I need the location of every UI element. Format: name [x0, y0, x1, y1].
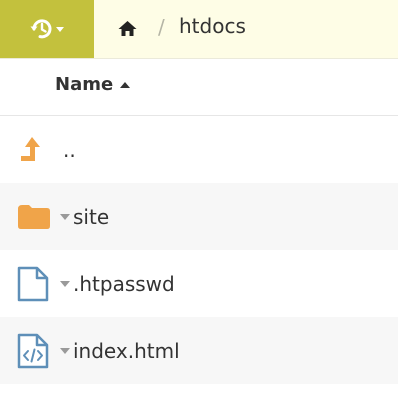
home-icon[interactable]: [118, 20, 137, 37]
history-dropdown-button[interactable]: [0, 0, 94, 58]
file-row-parent[interactable]: ..: [0, 116, 398, 183]
file-name: site: [73, 204, 110, 229]
item-options-caret-icon[interactable]: [60, 281, 70, 287]
file-row-file[interactable]: .htpasswd: [0, 250, 398, 317]
file-icon: [17, 266, 49, 301]
folder-icon: [18, 204, 50, 229]
file-row-code-file[interactable]: index.html: [0, 317, 398, 384]
item-options-caret-icon[interactable]: [60, 348, 70, 354]
column-header-row: Name: [0, 59, 398, 116]
up-arrow-icon: [21, 136, 40, 161]
sort-by-name-header[interactable]: Name: [55, 74, 131, 95]
sort-ascending-icon: [120, 81, 131, 88]
item-options-caret-icon[interactable]: [60, 214, 70, 220]
history-icon: [30, 19, 64, 39]
file-row-folder[interactable]: site: [0, 183, 398, 250]
file-name: .htpasswd: [73, 271, 175, 296]
column-header-name: Name: [55, 74, 114, 95]
breadcrumb-separator: /: [158, 15, 165, 39]
chevron-down-icon: [56, 27, 64, 32]
code-file-icon: [17, 333, 49, 368]
file-name: ..: [63, 137, 76, 162]
breadcrumb-current-folder[interactable]: htdocs: [179, 14, 246, 38]
top-bar: / htdocs: [0, 0, 398, 59]
file-name: index.html: [73, 338, 180, 363]
